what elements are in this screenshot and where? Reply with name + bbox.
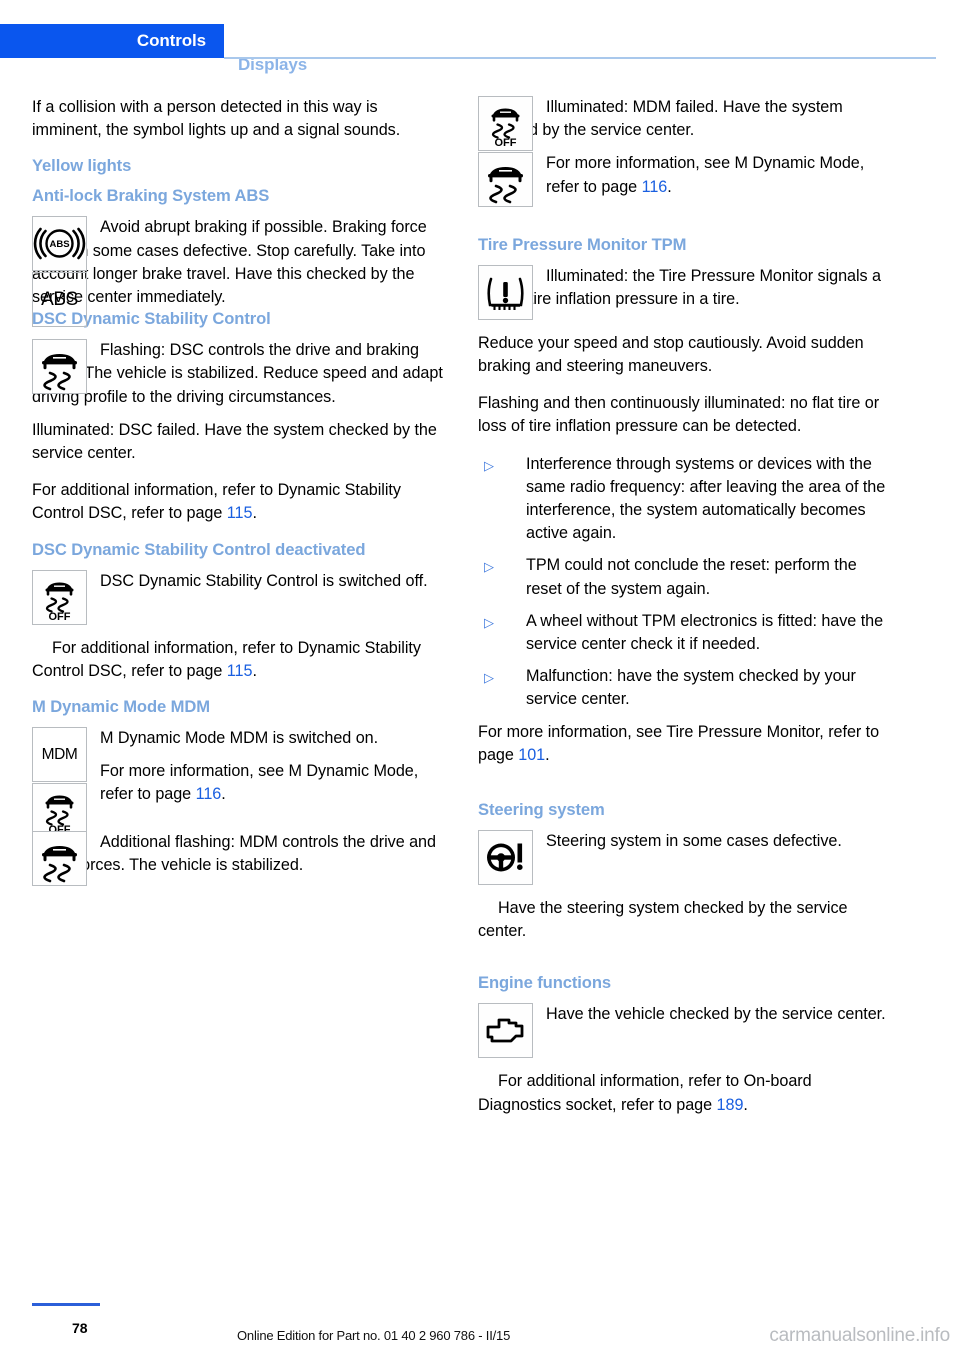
dsc-icon-block: Flashing: DSC controls the drive and bra… [32, 339, 444, 409]
header-divider [224, 57, 936, 59]
tpm-page-ref[interactable]: 101 [518, 746, 545, 764]
tpm-icon-block: Illuminated: the Tire Pressure Monitor s… [478, 264, 890, 322]
dsc-off-body-2: For additional information, refer to Dyn… [32, 637, 444, 683]
car-skid-icon [478, 152, 533, 207]
heading-steering-system: Steering system [478, 800, 605, 820]
mdm-text-icon: MDM [32, 727, 87, 783]
footer-divider [32, 1303, 100, 1306]
heading-engine-functions: Engine functions [478, 973, 611, 993]
dsc-off-page-ref[interactable]: 115 [227, 662, 253, 680]
engine-icon-block: Have the vehicle checked by the service … [478, 1003, 890, 1060]
bullet-triangle-icon: ▷ [484, 670, 494, 686]
mdm-failed-page-ref[interactable]: 116 [642, 178, 668, 196]
mdm-body-2-pre: For more information, see M Dynamic Mode… [100, 762, 419, 804]
engine-body-2-pre: For additional information, refer to On-… [478, 1072, 812, 1114]
heading-dsc: DSC Dynamic Stability Control [32, 309, 271, 329]
steering-icon-stack [478, 830, 536, 886]
car-skid-off-icon: OFF [478, 96, 533, 151]
tab-controls-label: Controls [136, 31, 206, 50]
tpm-body-1: Illuminated: the Tire Pressure Monitor s… [478, 266, 881, 309]
edition-notice: Online Edition for Part no. 01 40 2 960 … [237, 1328, 511, 1343]
dsc-off-icon-stack: OFF [32, 569, 90, 626]
mdm-failed-body-2: For more information, see M Dynamic Mode… [546, 152, 890, 198]
mdm-failed-body-1: Illuminated: MDM failed. Have the system… [478, 98, 843, 140]
tpm-body-2: Reduce your speed and stop cautiously. A… [478, 333, 864, 376]
dsc-icon-stack [32, 339, 90, 395]
abs-text-icon: ABS [32, 272, 87, 328]
mdm-body-2: For more information, see M Dynamic Mode… [100, 760, 444, 806]
mdm-page-ref[interactable]: 116 [196, 785, 222, 803]
steering-icon-block: Steering system in some cases defective. [478, 830, 890, 887]
list-item: ▷ A wheel without TPM electronics is fit… [478, 610, 890, 656]
list-item-text: A wheel without TPM electronics is fitte… [526, 611, 884, 654]
mdm-failed-body-2-post: . [667, 177, 672, 196]
bullet-triangle-icon: ▷ [484, 614, 494, 630]
tpm-bullet-list: ▷ Interference through systems or device… [478, 453, 890, 712]
car-skid-off-icon: OFF [32, 569, 87, 625]
page-header: Controls Displays [0, 24, 960, 74]
site-watermark: carmanualsonline.info [769, 1325, 950, 1346]
car-skid-icon [32, 830, 87, 886]
bullet-triangle-icon: ▷ [484, 559, 494, 575]
list-item-text: Malfunction: have the system checked by … [526, 667, 856, 709]
tpm-body-4-post: . [545, 745, 550, 764]
mdm-icon-block: MDM OFF M Dynamic Mode MDM is switched o… [32, 727, 444, 839]
dsc-off-icon-block: OFF DSC Dynamic Stability Control is swi… [32, 569, 444, 627]
abs-icon-stack: ABS ABS [32, 216, 90, 328]
mdm-icon-stack: MDM OFF [32, 727, 90, 839]
engine-body-2-post: . [743, 1095, 748, 1114]
tab-controls[interactable]: Controls [0, 24, 224, 58]
heading-tpm: Tire Pressure Monitor TPM [478, 234, 687, 254]
page-number: 78 [72, 1320, 88, 1336]
list-item-text: TPM could not conclude the reset: perfor… [526, 556, 857, 598]
dsc-body-3: For additional information, refer to Dyn… [32, 479, 444, 525]
heading-yellow-lights: Yellow lights [32, 156, 132, 176]
bullet-triangle-icon: ▷ [484, 457, 494, 473]
engine-icon-stack [478, 1003, 536, 1059]
heading-abs: Anti-lock Braking System ABS [32, 186, 270, 206]
mdm-failed-icon-stack: OFF [478, 96, 536, 208]
list-item-text: Interference through systems or devices … [526, 454, 886, 543]
dsc-body-3-pre: For additional information, refer to Dyn… [32, 481, 401, 523]
mdm-failed-body-2-pre: For more information, see M Dynamic Mode… [546, 154, 865, 196]
tire-pressure-warning-icon [478, 264, 533, 320]
abs-body: Avoid abrupt braking if possible. Brakin… [32, 218, 427, 307]
engine-body-1: Have the vehicle checked by the service … [546, 1005, 886, 1024]
mdm-failed-icon-block: OFF Illuminated: MDM failed. Have the sy… [478, 96, 890, 207]
svg-text:OFF: OFF [49, 611, 71, 623]
heading-mdm: M Dynamic Mode MDM [32, 697, 210, 717]
dsc-off-body-2-post: . [252, 661, 257, 680]
steering-wheel-warning-icon [478, 830, 533, 886]
car-skid-icon [32, 339, 87, 395]
dsc-body-1: Flashing: DSC controls the drive and bra… [32, 341, 443, 406]
right-column: OFF Illuminated: MDM failed. Have the sy… [478, 96, 890, 1131]
engine-page-ref[interactable]: 189 [717, 1096, 744, 1114]
svg-text:ABS: ABS [49, 239, 69, 250]
dsc-off-body-1: DSC Dynamic Stability Control is switche… [100, 571, 428, 590]
tpm-body-4: For more information, see Tire Pressure … [478, 721, 890, 767]
heading-dsc-deactivated: DSC Dynamic Stability Control deactivate… [32, 539, 366, 559]
tpm-icon-stack [478, 264, 536, 321]
mdm-flashing-icon-block: Additional flashing: MDM controls the dr… [32, 830, 444, 888]
mdm-flashing-icon-stack [32, 830, 90, 887]
mdm-body-1: M Dynamic Mode MDM is switched on. [100, 729, 379, 748]
dsc-page-ref[interactable]: 115 [227, 504, 253, 522]
mdm-body-3: Additional flashing: MDM controls the dr… [32, 832, 436, 874]
abs-circle-icon: ABS [32, 216, 87, 272]
dsc-body-2: Illuminated: DSC failed. Have the system… [32, 420, 437, 463]
engine-body-2: For additional information, refer to On-… [478, 1070, 890, 1116]
left-column: If a collision with a person detected in… [32, 96, 444, 888]
list-item: ▷ TPM could not conclude the reset: perf… [478, 554, 890, 600]
mdm-body-2-post: . [221, 785, 226, 804]
svg-text:OFF: OFF [495, 137, 517, 149]
abs-icon-block: ABS ABS Avoid abrupt braking if possible… [32, 216, 444, 328]
list-item: ▷ Malfunction: have the system checked b… [478, 665, 890, 711]
engine-check-icon [478, 1003, 533, 1059]
steering-body-2: Have the steering system checked by the … [478, 899, 848, 941]
steering-body-1: Steering system in some cases defective. [546, 832, 842, 851]
list-item: ▷ Interference through systems or device… [478, 453, 890, 546]
tpm-body-3: Flashing and then continuously illuminat… [478, 394, 880, 436]
dsc-body-3-post: . [252, 504, 257, 523]
intro-paragraph: If a collision with a person detected in… [32, 98, 401, 140]
